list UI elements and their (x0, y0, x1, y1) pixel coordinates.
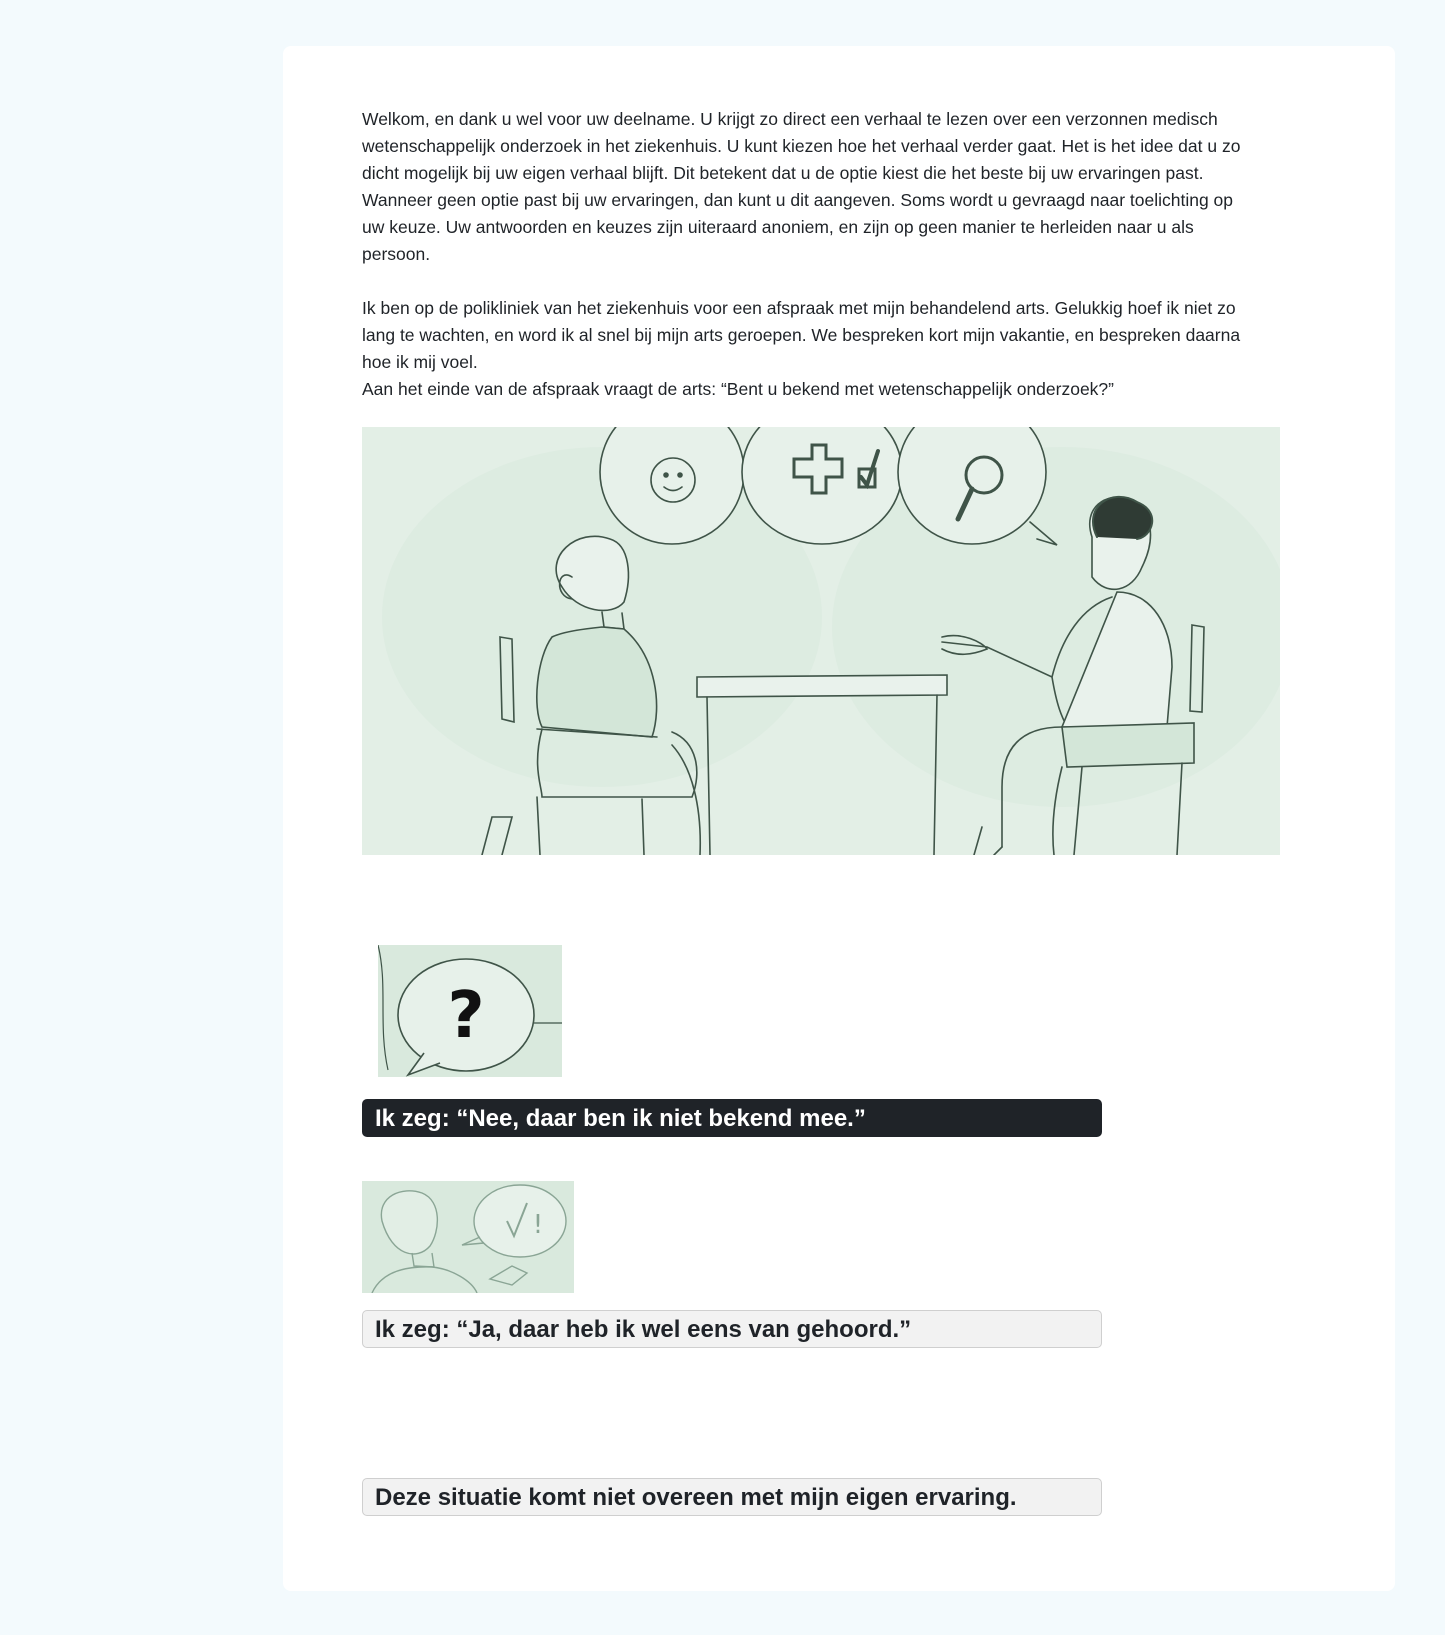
intro-text: Welkom, en dank u wel voor uw deelname. … (362, 106, 1322, 403)
story-paragraph: Ik ben op de polikliniek van het ziekenh… (362, 298, 1241, 372)
check-bubble-icon: ! (362, 1181, 574, 1293)
welcome-paragraph: Welkom, en dank u wel voor uw deelname. … (362, 109, 1241, 264)
option-no-button[interactable]: Ik zeg: “Nee, daar ben ik niet bekend me… (362, 1099, 1102, 1137)
survey-card: Welkom, en dank u wel voor uw deelname. … (283, 46, 1395, 1591)
exclamation-text: ! (533, 1210, 543, 1240)
question-bubble-icon: ? (378, 945, 562, 1077)
option-none-button[interactable]: Deze situatie komt niet overeen met mijn… (362, 1478, 1102, 1516)
consultation-illustration (362, 427, 1280, 855)
option-yes-button[interactable]: Ik zeg: “Ja, daar heb ik wel eens van ge… (362, 1310, 1102, 1348)
question-paragraph: Aan het einde van de afspraak vraagt de … (362, 379, 1114, 399)
question-mark-text: ? (447, 979, 484, 1053)
